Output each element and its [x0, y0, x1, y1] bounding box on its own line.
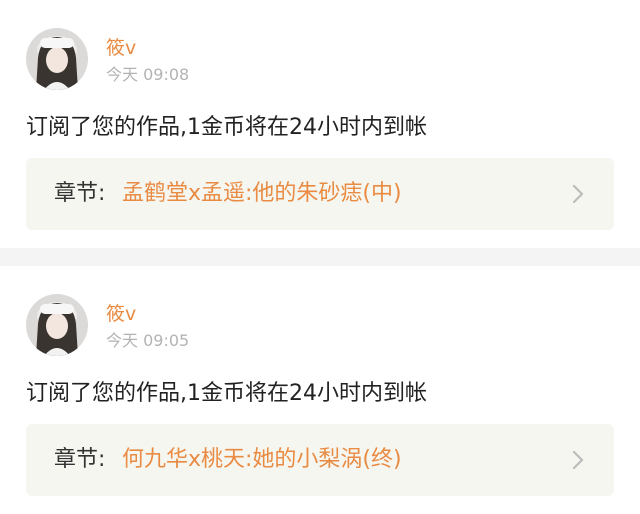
chevron-right-icon — [568, 183, 588, 205]
chapter-link[interactable]: 章节: 孟鹤堂x孟遥:他的朱砂痣(中) — [26, 158, 614, 230]
chapter-label: 章节: — [54, 181, 106, 206]
chapter-link[interactable]: 章节: 何九华x桃天:她的小梨涡(终) — [26, 424, 614, 496]
notification-card: 筱v 今天 09:05 订阅了您的作品,1金币将在24小时内到帐 章节: 何九华… — [0, 266, 640, 514]
user-name[interactable]: 筱v — [106, 36, 136, 60]
section-divider — [0, 248, 640, 266]
chapter-title: 何九华x桃天:她的小梨涡(终) — [122, 447, 402, 472]
notification-message: 订阅了您的作品,1金币将在24小时内到帐 — [26, 381, 427, 406]
timestamp: 今天 09:05 — [106, 331, 190, 350]
avatar[interactable] — [26, 294, 88, 356]
timestamp: 今天 09:08 — [106, 65, 190, 84]
notification-list: 筱v 今天 09:08 订阅了您的作品,1金币将在24小时内到帐 章节: 孟鹤堂… — [0, 0, 640, 514]
notification-card: 筱v 今天 09:08 订阅了您的作品,1金币将在24小时内到帐 章节: 孟鹤堂… — [0, 0, 640, 248]
chapter-title: 孟鹤堂x孟遥:他的朱砂痣(中) — [122, 181, 402, 206]
notification-message: 订阅了您的作品,1金币将在24小时内到帐 — [26, 115, 427, 140]
avatar[interactable] — [26, 28, 88, 90]
chapter-label: 章节: — [54, 447, 106, 472]
user-name[interactable]: 筱v — [106, 302, 136, 326]
chevron-right-icon — [568, 449, 588, 471]
